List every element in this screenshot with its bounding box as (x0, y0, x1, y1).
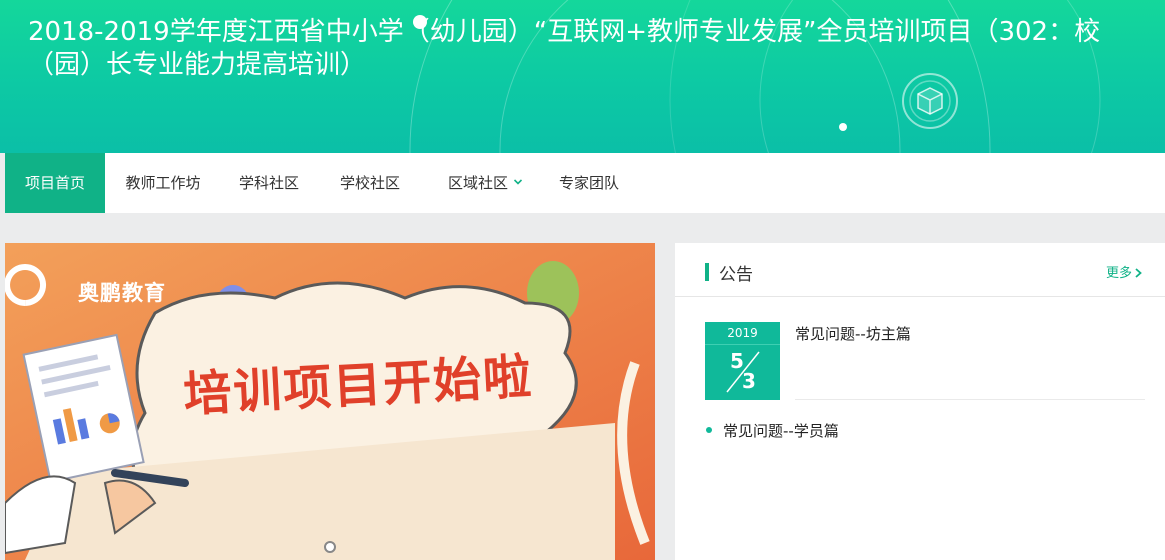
notice-header: 公告 更多 (675, 243, 1165, 297)
brand-name: 奥鹏教育 (78, 281, 166, 305)
more-label: 更多 (1106, 266, 1133, 281)
notice-list-item[interactable]: 常见问题--学员篇 (723, 420, 839, 441)
featured-notice-link[interactable]: 常见问题--坊主篇 (795, 323, 911, 344)
nav-item-region-community[interactable]: 区域社区 (435, 153, 535, 213)
carousel-dot[interactable] (324, 541, 336, 553)
page-title: 2018-2019学年度江西省中小学（幼儿园）“互联网+教师专业发展”全员培训项… (28, 17, 1101, 80)
page-header: 2018-2019学年度江西省中小学（幼儿园）“互联网+教师专业发展”全员培训项… (0, 0, 1165, 153)
date-badge: 2019 5 3 (705, 322, 780, 400)
bullet-icon (706, 427, 712, 433)
date-day: 3 (742, 369, 756, 393)
nav-item-expert-team[interactable]: 专家团队 (548, 153, 630, 213)
notice-panel: 公告 更多 2019 5 3 常见问题--坊主篇 常见问题--学员篇 (675, 243, 1165, 560)
nav-item-school-community[interactable]: 学校社区 (330, 153, 410, 213)
date-year: 2019 (727, 326, 758, 340)
nav-item-home[interactable]: 项目首页 (5, 153, 105, 213)
nav-item-teacher-workshop[interactable]: 教师工作坊 (111, 153, 215, 213)
cube-icon (902, 73, 958, 129)
more-link[interactable]: 更多 (1106, 262, 1142, 281)
divider (795, 399, 1145, 400)
notice-title: 公告 (719, 265, 753, 285)
chevron-down-icon (514, 179, 522, 185)
nav-item-region-label: 区域社区 (447, 174, 508, 192)
notice-title-bar (705, 263, 709, 281)
main-nav: 项目首页 教师工作坊 学科社区 学校社区 区域社区 专家团队 (5, 153, 1165, 213)
chevron-right-icon (1135, 268, 1142, 278)
nav-item-subject-community[interactable]: 学科社区 (229, 153, 309, 213)
date-divider (705, 344, 780, 345)
